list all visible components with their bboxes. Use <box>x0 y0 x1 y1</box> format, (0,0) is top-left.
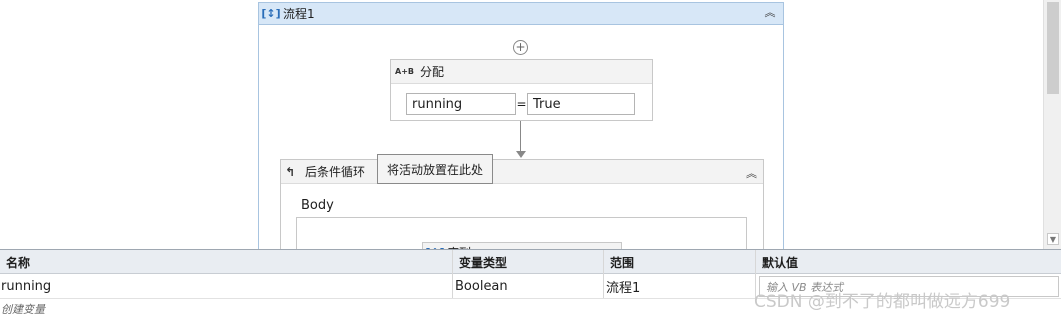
sequence-container[interactable]: [↕] 流程1 ︽ + A+B 分配 running = True 将活动放置在… <box>258 2 784 262</box>
column-header-name[interactable]: 名称 <box>0 250 450 274</box>
scroll-down-icon[interactable]: ▼ <box>1047 233 1059 245</box>
variables-header-row: 名称 变量类型 范围 默认值 <box>0 250 1061 274</box>
variable-name[interactable]: running <box>1 274 441 299</box>
flow-connector <box>520 121 521 154</box>
watermark: CSDN @到不了的都叫做远方699 <box>754 292 1011 312</box>
sequence-title: 流程1 <box>283 7 315 21</box>
designer-canvas[interactable]: [↕] 流程1 ︽ + A+B 分配 running = True 将活动放置在… <box>0 0 1061 262</box>
assign-activity[interactable]: A+B 分配 running = True <box>390 59 653 121</box>
assign-to-field[interactable]: running <box>406 93 516 115</box>
body-label: Body <box>301 198 334 213</box>
create-variable-link[interactable]: 创建变量 <box>1 301 45 317</box>
vertical-scrollbar[interactable]: ▼ <box>1043 0 1061 249</box>
do-while-title: 后条件循环 <box>305 165 366 179</box>
assign-value-field[interactable]: True <box>527 93 635 115</box>
do-while-activity[interactable]: ↰ 后条件循环 ︽ Body [↕] 序列 <box>280 159 764 262</box>
column-header-default[interactable]: 默认值 <box>756 250 1056 274</box>
equals-sign: = <box>516 97 527 111</box>
do-while-icon: ↰ <box>285 164 296 179</box>
assign-header[interactable]: A+B 分配 <box>391 60 652 84</box>
do-while-header[interactable]: ↰ 后条件循环 ︽ <box>281 160 763 184</box>
assign-icon: A+B <box>395 67 414 76</box>
variable-scope[interactable]: 流程1 <box>606 274 746 299</box>
variable-type[interactable]: Boolean <box>455 274 595 299</box>
sequence-icon: [↕] <box>261 7 281 20</box>
sequence-header[interactable]: [↕] 流程1 ︽ <box>259 3 783 25</box>
assign-expression-row: running = True <box>406 93 635 115</box>
drop-activity-tooltip: 将活动放置在此处 <box>377 154 494 184</box>
column-header-scope[interactable]: 范围 <box>604 250 754 274</box>
column-header-type[interactable]: 变量类型 <box>453 250 603 274</box>
collapse-icon[interactable]: ︽ <box>746 165 757 181</box>
assign-title: 分配 <box>420 65 445 79</box>
arrow-down-icon <box>516 151 526 158</box>
collapse-icon[interactable]: ︽ <box>763 6 777 20</box>
add-activity-icon[interactable]: + <box>513 40 528 55</box>
scrollbar-thumb[interactable] <box>1047 2 1059 94</box>
